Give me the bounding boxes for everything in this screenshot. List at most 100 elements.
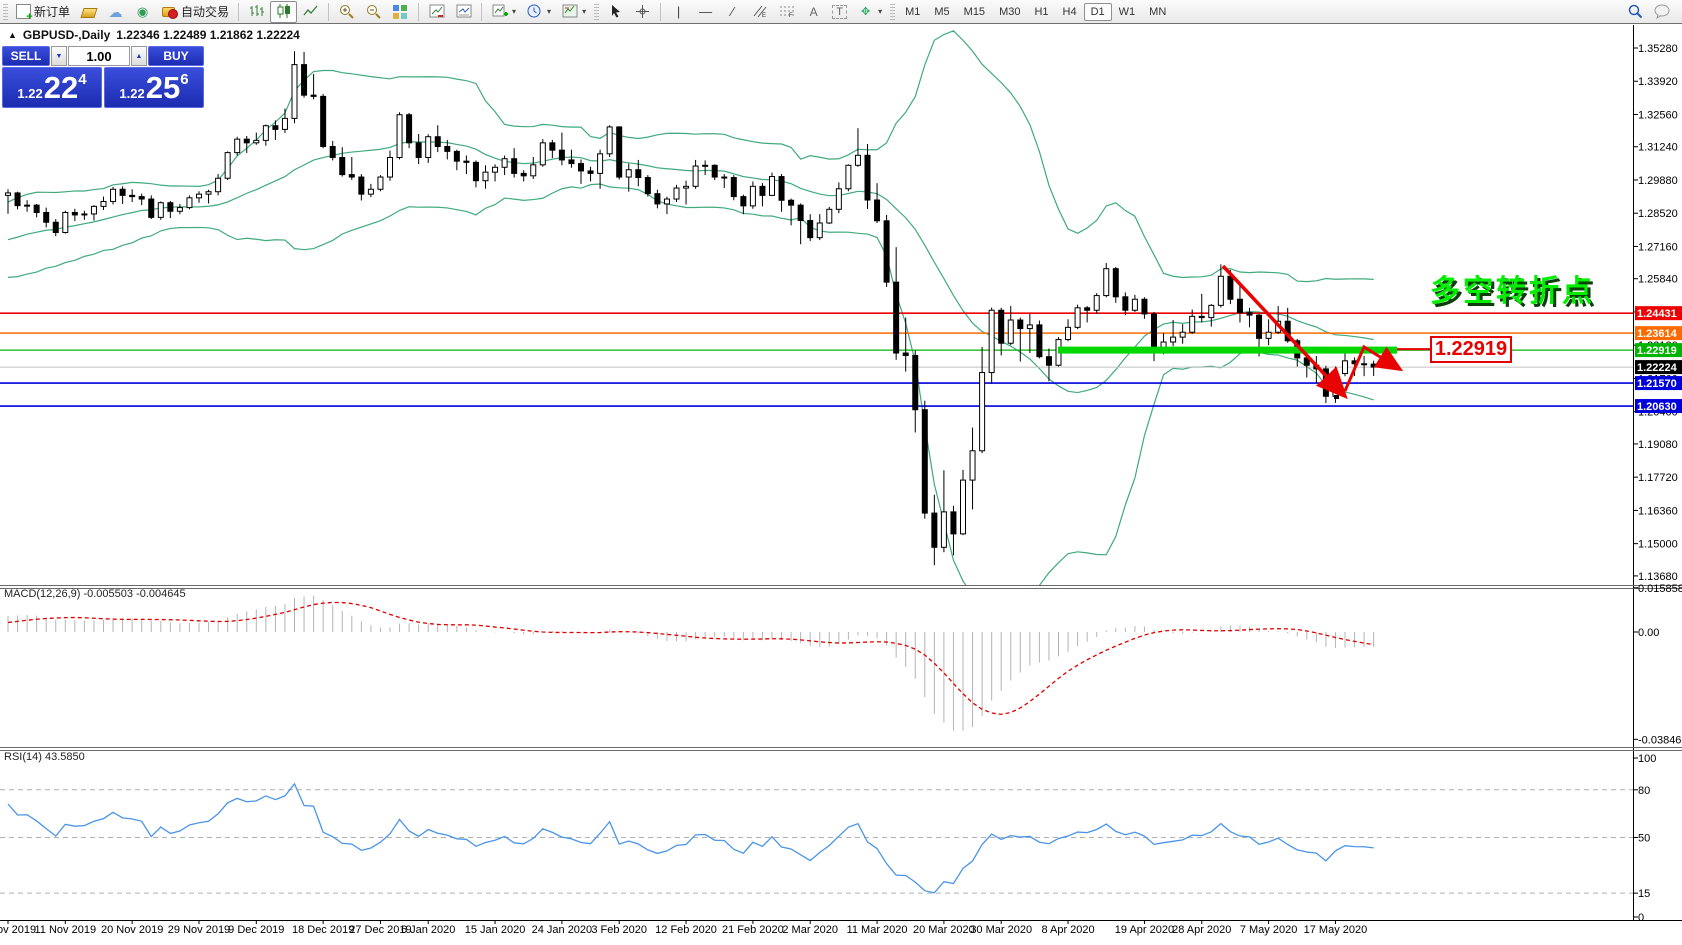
price-axis-tick: 1.35280 (1638, 43, 1678, 55)
toolbar-grip[interactable] (890, 3, 896, 20)
candle (960, 469, 966, 536)
indicator-list-button[interactable] (450, 1, 477, 23)
candle (320, 93, 327, 149)
zoom-out-button[interactable] (360, 1, 387, 23)
candle (377, 175, 384, 192)
candlestick-chart-icon (275, 3, 292, 20)
period-clock-icon (526, 4, 543, 20)
price-axis-tick: 1.25840 (1638, 274, 1678, 286)
arrows-tool[interactable]: ✥ ▾ (852, 1, 887, 23)
line-chart-button[interactable] (297, 1, 324, 23)
channel-icon: E (751, 4, 768, 20)
zoom-in-button[interactable] (333, 1, 360, 23)
dropdown-caret: ▾ (547, 7, 552, 16)
period-clock-button[interactable]: ▾ (521, 1, 556, 23)
indicator-list-icon (455, 4, 472, 20)
candle (148, 195, 155, 220)
candle (616, 126, 623, 180)
price-axis-tick: 1.13680 (1638, 571, 1678, 583)
candle (606, 125, 613, 158)
crosshair-tool-button[interactable] (629, 1, 656, 23)
date-axis-label: 20 Mar 2020 (913, 924, 975, 936)
new-order-button[interactable]: + 新订单 (11, 0, 75, 23)
rsi-axis-tick: 50 (1638, 833, 1650, 845)
toolbar-grip[interactable] (3, 3, 8, 20)
timeframe-button-m5[interactable]: M5 (927, 3, 956, 21)
chart-canvas[interactable]: 1.35280 1.33920 1.32560 1.31240 1.29880 1.285… (0, 0, 1682, 945)
toolbar-separator (238, 2, 240, 21)
candlestick-chart-button[interactable] (270, 0, 298, 23)
new-order-label: 新订单 (34, 5, 71, 19)
candle (1074, 304, 1081, 330)
horizontal-line-icon: — (699, 3, 713, 19)
dropdown-caret: ▾ (582, 7, 587, 16)
toolbar-separator (328, 2, 330, 21)
buy-price-display[interactable]: 1.22 25 6 (104, 67, 204, 108)
search-button[interactable] (1622, 1, 1649, 23)
toolbar-separator (660, 2, 662, 21)
price-line-badge: 1.22919 (1635, 343, 1682, 358)
support-zone-highlight[interactable] (1058, 346, 1397, 354)
rsi-axis-tick: 100 (1638, 753, 1656, 765)
date-axis-label: 12 Feb 2020 (655, 924, 717, 936)
tile-windows-button[interactable] (387, 1, 414, 23)
text-label-icon: T (832, 4, 848, 19)
date-axis-label: 15 Jan 2020 (465, 924, 526, 936)
toolbar-separator (481, 2, 483, 21)
sell-price-display[interactable]: 1.22 22 4 (2, 67, 102, 108)
date-axis-label: 11 Nov 2019 (35, 924, 97, 936)
toolbar-grip[interactable] (594, 3, 600, 20)
chat-button[interactable] (1649, 1, 1676, 23)
timeframe-button-m30[interactable]: M30 (992, 3, 1027, 21)
candle (1036, 320, 1043, 359)
gold-bar-icon (80, 4, 98, 20)
virtual-hosting-button[interactable]: ☁ (102, 1, 129, 23)
timeframe-button-m1[interactable]: M1 (898, 3, 927, 21)
date-axis-label: 18 Dec 2019 (292, 924, 354, 936)
volume-down-button[interactable]: ▼ (51, 46, 67, 66)
zoom-out-icon (365, 4, 382, 20)
timeframe-toolbar: M1 M5 M15 M30 H1 H4 D1 W1 MN (898, 2, 1173, 21)
text-tool[interactable]: A (800, 1, 827, 23)
fibonacci-tool[interactable]: F (773, 1, 800, 23)
signals-button[interactable]: ◉ (129, 1, 156, 23)
volume-up-button[interactable]: ▲ (131, 46, 147, 66)
signals-icon: ◉ (136, 3, 149, 19)
mt4-window: { "toolbar": { "new_order_label": "新订单",… (0, 0, 1682, 945)
trendline-tool[interactable]: ∕ (719, 1, 746, 23)
crosshair-icon (634, 4, 651, 20)
timeframe-button-d1[interactable]: D1 (1083, 2, 1112, 21)
gold-bar-button[interactable] (75, 1, 102, 23)
svg-text:1.24431: 1.24431 (1637, 308, 1677, 320)
sell-price-sup: 4 (78, 71, 87, 88)
timeframe-button-w1[interactable]: W1 (1112, 3, 1143, 21)
channel-tool[interactable]: E (746, 1, 773, 23)
buy-button[interactable]: BUY (148, 46, 204, 66)
date-axis-label: 19 Apr 2020 (1115, 924, 1174, 936)
horizontal-line-tool[interactable]: — (692, 1, 719, 23)
collapse-panel-icon[interactable]: ▲ (8, 30, 17, 40)
date-axis-label: 3 Feb 2020 (591, 924, 647, 936)
timeframe-button-m15[interactable]: M15 (957, 3, 992, 21)
date-axis-label: 7 May 2020 (1240, 924, 1297, 936)
auto-trading-button[interactable]: 自动交易 (156, 0, 234, 23)
volume-input[interactable] (68, 46, 130, 66)
main-toolbar: + 新订单 ☁ ◉ 自动交易 ▾ ▾ ▾ | — ∕ E F A T ✥ ▾ M… (0, 0, 1682, 24)
add-indicator-button[interactable]: ▾ (486, 1, 521, 23)
text-icon: A (809, 4, 818, 19)
bar-chart-button[interactable] (243, 1, 270, 23)
one-click-trading-panel: SELL ▼ ▲ BUY 1.22 22 4 1.22 25 6 (2, 46, 204, 108)
candle (224, 151, 231, 180)
date-axis-label: 6 Jan 2020 (401, 924, 455, 936)
indicator-window-button[interactable] (423, 1, 450, 23)
timeframe-button-mn[interactable]: MN (1142, 3, 1173, 21)
text-label-tool[interactable]: T (827, 2, 852, 22)
vertical-line-tool[interactable]: | (665, 1, 692, 23)
cursor-tool-button[interactable] (602, 1, 629, 23)
price-axis-tick: 1.29880 (1638, 175, 1678, 187)
macd-axis-tick: 0.015858 (1638, 583, 1682, 595)
timeframe-button-h1[interactable]: H1 (1027, 3, 1055, 21)
timeframe-button-h4[interactable]: H4 (1056, 3, 1084, 21)
sell-button[interactable]: SELL (2, 46, 50, 66)
template-button[interactable]: ▾ (556, 1, 591, 23)
